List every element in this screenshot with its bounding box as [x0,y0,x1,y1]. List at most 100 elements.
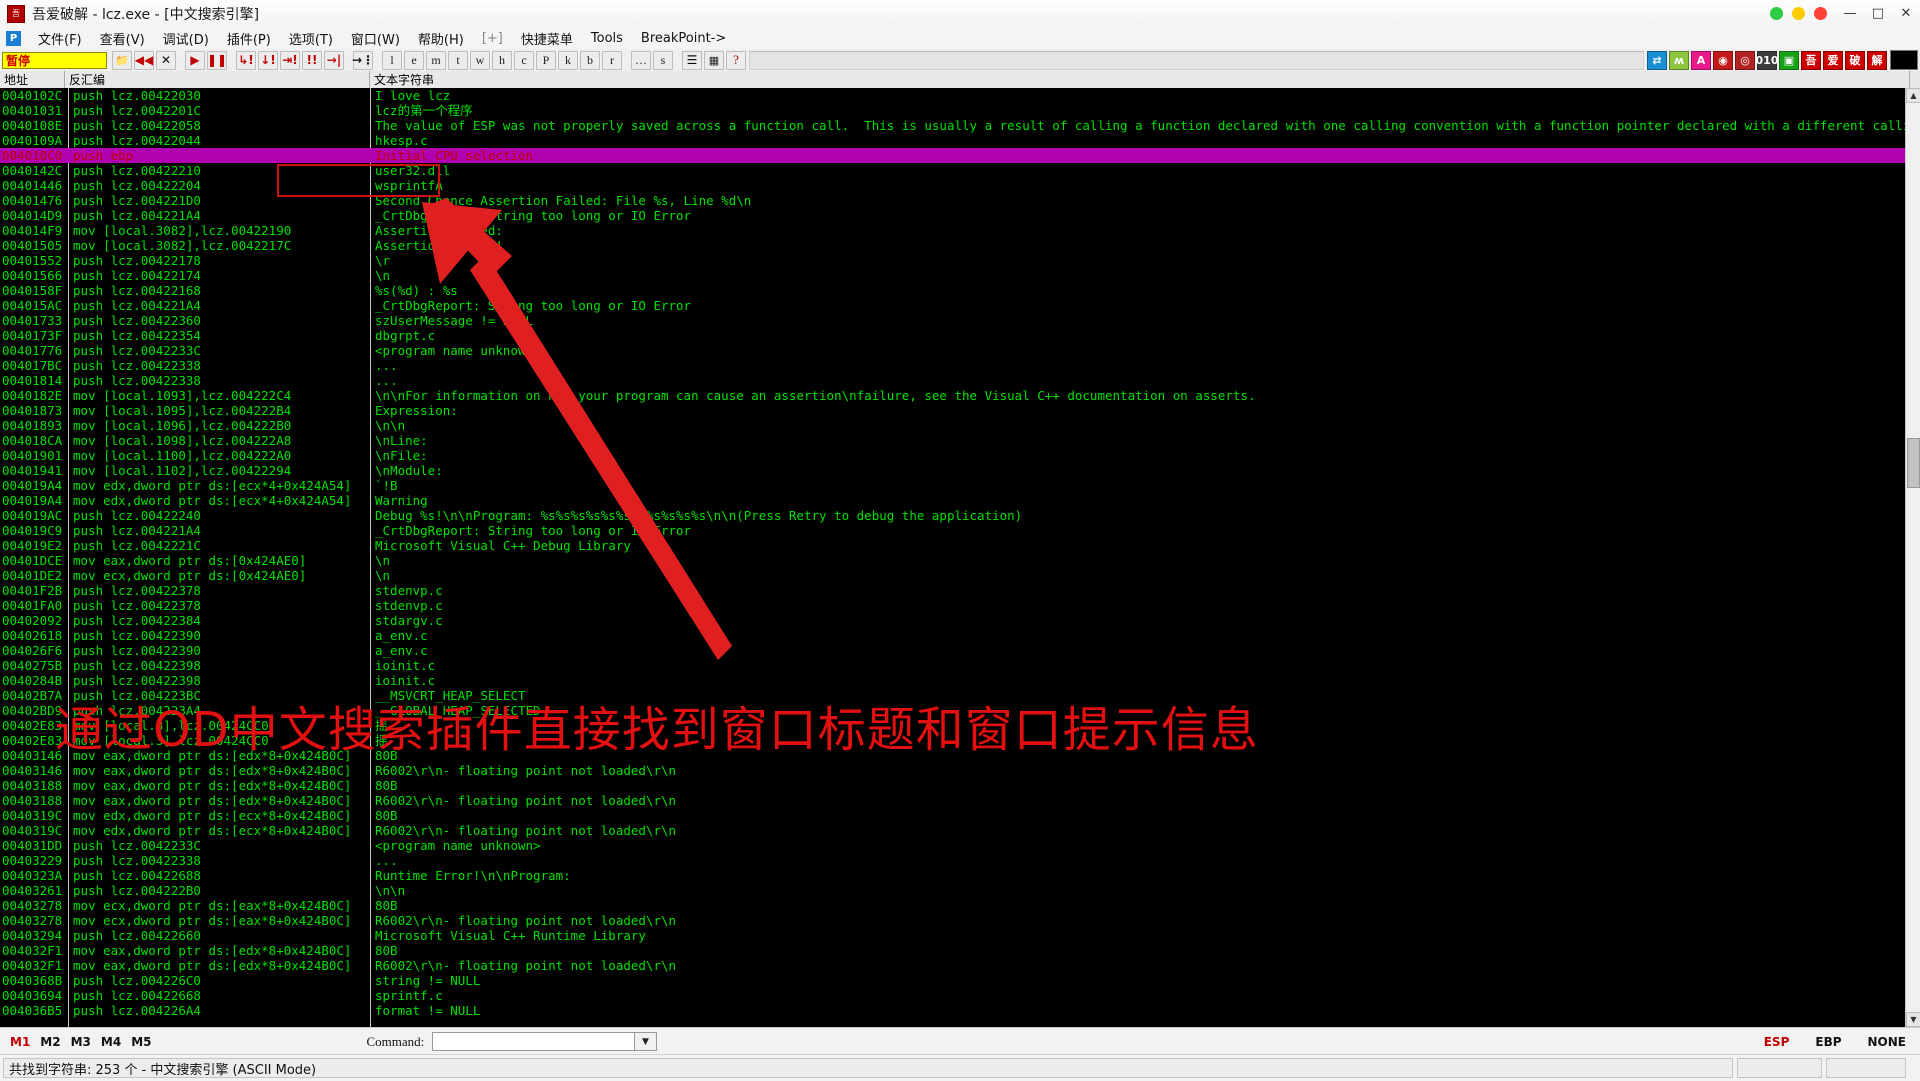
table-row[interactable]: 00403694 push lcz.00422668 sprintf.c [0,988,1920,1003]
menu-item-10[interactable]: BreakPoint-> [632,30,735,47]
table-row[interactable]: 00403146 mov eax,dword ptr ds:[edx*8+0x42… [0,763,1920,778]
table-row[interactable]: 0040182E mov [local.1093],lcz.004222C4 \n\… [0,388,1920,403]
analyze-button[interactable]: A [1691,50,1711,70]
threads-button[interactable]: t [448,50,468,70]
table-row[interactable]: 004019A4 mov edx,dword ptr ds:[ecx*4+0x42… [0,493,1920,508]
close-button[interactable]: ✕ [1892,1,1920,27]
minimize-button[interactable]: — [1836,1,1864,27]
table-row[interactable]: 00401DCE mov eax,dword ptr ds:[0x424AE0] \… [0,553,1920,568]
table-row[interactable]: 004019C9 push lcz.004221A4 _CrtDbgReport: … [0,523,1920,538]
fingerprint-button[interactable]: ◎ [1735,50,1755,70]
executable-modules-button[interactable]: e [404,50,424,70]
table-row[interactable]: 0040319C mov edx,dword ptr ds:[ecx*8+0x42… [0,823,1920,838]
memory-tool-button[interactable]: ▣ [1779,50,1799,70]
table-row[interactable]: 00401F2B push lcz.00422378 stdenvp.c [0,583,1920,598]
mark-slot-m1[interactable]: M1 [10,1035,30,1049]
mark-slot-m5[interactable]: M5 [131,1035,151,1049]
table-row[interactable]: 0040109A push lcz.00422044 hkesp.c [0,133,1920,148]
table-row[interactable]: 00401566 push lcz.00422174 \n [0,268,1920,283]
table-row[interactable]: 00403261 push lcz.004222B0 \n\n [0,883,1920,898]
wu-button[interactable]: 吾 [1801,50,1821,70]
table-row[interactable]: 00401814 push lcz.00422338... [0,373,1920,388]
table-row[interactable]: 0040173F push lcz.00422354 dbgrpt.c [0,328,1920,343]
table-row[interactable]: 0040284B push lcz.00422398 ioinit.c [0,673,1920,688]
table-row[interactable]: 0040108E push lcz.00422058 The value of ES… [0,118,1920,133]
menu-item-4[interactable]: 选项(T) [280,28,342,49]
table-row[interactable]: 004032F1 mov eax,dword ptr ds:[edx*8+0x42… [0,943,1920,958]
table-row[interactable]: 0040323A push lcz.00422688 Runtime Error!\… [0,868,1920,883]
run-button[interactable]: ▶ [185,50,205,70]
table-row[interactable]: 00403188 mov eax,dword ptr ds:[edx*8+0x42… [0,793,1920,808]
scrollbar-thumb[interactable] [1907,438,1920,488]
table-row[interactable]: 00401941 mov [local.1102],lcz.00422294 \nM… [0,463,1920,478]
table-row[interactable]: 004019E2 push lcz.0042221C Microsoft Visua… [0,538,1920,553]
pause-button[interactable]: ❚❚ [207,50,227,70]
plugin-window-button[interactable]: ▦ [704,50,724,70]
step-into-button[interactable]: ↳! [236,50,256,70]
run-to-selection-button[interactable]: →⋮ [352,50,374,70]
menu-item-2[interactable]: 调试(D) [154,28,218,49]
table-row[interactable]: 00401552 push lcz.00422178 \r [0,253,1920,268]
options-list-button[interactable]: ☰ [682,50,702,70]
patches-button[interactable]: P [536,50,556,70]
table-row[interactable]: 00403229 push lcz.00422338... [0,853,1920,868]
call-stack-button[interactable]: k [558,50,578,70]
menu-item-7[interactable]: [+] [473,30,512,47]
open-file-button[interactable]: 📁 [112,50,132,70]
po-button[interactable]: 破 [1845,50,1865,70]
table-row[interactable]: 00401505 mov [local.3082],lcz.0042217C Ass… [0,238,1920,253]
scroll-down-button[interactable]: ▼ [1906,1012,1920,1027]
log-window-button[interactable]: l [382,50,402,70]
step-over-button[interactable]: ↓! [258,50,278,70]
table-row[interactable]: 0040275B push lcz.00422398 ioinit.c [0,658,1920,673]
table-row[interactable]: 00403188 mov eax,dword ptr ds:[edx*8+0x42… [0,778,1920,793]
table-row[interactable]: 00401031 push lcz.0042201C lcz的第一个程序 [0,103,1920,118]
table-row[interactable]: 00401733 push lcz.00422360 szUserMessage !… [0,313,1920,328]
mark-slot-m4[interactable]: M4 [101,1035,121,1049]
register-esp[interactable]: ESP [1764,1035,1790,1049]
table-row[interactable]: 00401776 push lcz.0042233C <program name u… [0,343,1920,358]
table-row[interactable]: 0040319C mov edx,dword ptr ds:[ecx*8+0x42… [0,808,1920,823]
menu-item-8[interactable]: 快捷菜单 [512,28,582,49]
help-button[interactable]: ? [726,50,746,70]
menu-item-0[interactable]: 文件(F) [29,28,91,49]
table-row[interactable]: 00401873 mov [local.1095],lcz.004222B4 Exp… [0,403,1920,418]
table-row[interactable]: 00403278 mov ecx,dword ptr ds:[eax*8+0x42… [0,913,1920,928]
table-row[interactable]: 004031DD push lcz.0042233C <program name u… [0,838,1920,853]
table-row[interactable]: 004010C0 push ebp Initial CPU selection [0,148,1920,163]
memory-map-button[interactable]: m [426,50,446,70]
ai-button[interactable]: 爱 [1823,50,1843,70]
table-row[interactable]: 00401446 push lcz.00422204 wsprintfA [0,178,1920,193]
table-row[interactable]: 0040158F push lcz.00422168 %s(%d) : %s [0,283,1920,298]
source-button[interactable]: s [653,50,673,70]
breakpoints-button[interactable]: b [580,50,600,70]
command-input-wrapper[interactable]: ▼ [432,1032,658,1051]
column-header-text-string[interactable]: 文本字符串 [370,71,1910,88]
table-row[interactable]: 004019AC push lcz.00422240 Debug %s!\n\nPr… [0,508,1920,523]
mark-slot-m2[interactable]: M2 [40,1035,60,1049]
run-trace-button[interactable]: … [631,50,651,70]
menu-item-3[interactable]: 插件(P) [218,28,280,49]
jie-button[interactable]: 解 [1867,50,1887,70]
table-row[interactable]: 004036B5 push lcz.004226A4 format != NULL [0,1003,1920,1018]
command-dropdown-button[interactable]: ▼ [633,1033,657,1050]
string-reference-list[interactable]: 0040102C push lcz.00422030 I love lcz 00401… [0,88,1920,1027]
close-program-button[interactable]: ✕ [156,50,176,70]
table-row[interactable]: 00401893 mov [local.1096],lcz.004222B0 \n\… [0,418,1920,433]
menu-item-1[interactable]: 查看(V) [91,28,154,49]
table-row[interactable]: 00403294 push lcz.00422660 Microsoft Visua… [0,928,1920,943]
cpu-window-button[interactable]: c [514,50,534,70]
table-row[interactable]: 0040368B push lcz.004226C0 string != NULL [0,973,1920,988]
scroll-up-button[interactable]: ▲ [1906,88,1920,103]
table-row[interactable]: 004015AC push lcz.004221A4 _CrtDbgReport: … [0,298,1920,313]
table-row[interactable]: 0040102C push lcz.00422030 I love lcz [0,88,1920,103]
table-row[interactable]: 0040142C push lcz.00422210 user32.dll [0,163,1920,178]
status-dot-yellow[interactable] [1792,7,1805,20]
column-header-address[interactable]: 地址 [0,71,65,88]
windows-button[interactable]: w [470,50,490,70]
table-row[interactable]: 00401DE2 mov ecx,dword ptr ds:[0x424AE0] \… [0,568,1920,583]
maximize-button[interactable]: □ [1864,1,1892,27]
table-row[interactable]: 004032F1 mov eax,dword ptr ds:[edx*8+0x42… [0,958,1920,973]
table-row[interactable]: 004017BC push lcz.00422338... [0,358,1920,373]
table-row[interactable]: 00402618 push lcz.00422390 a_env.c [0,628,1920,643]
